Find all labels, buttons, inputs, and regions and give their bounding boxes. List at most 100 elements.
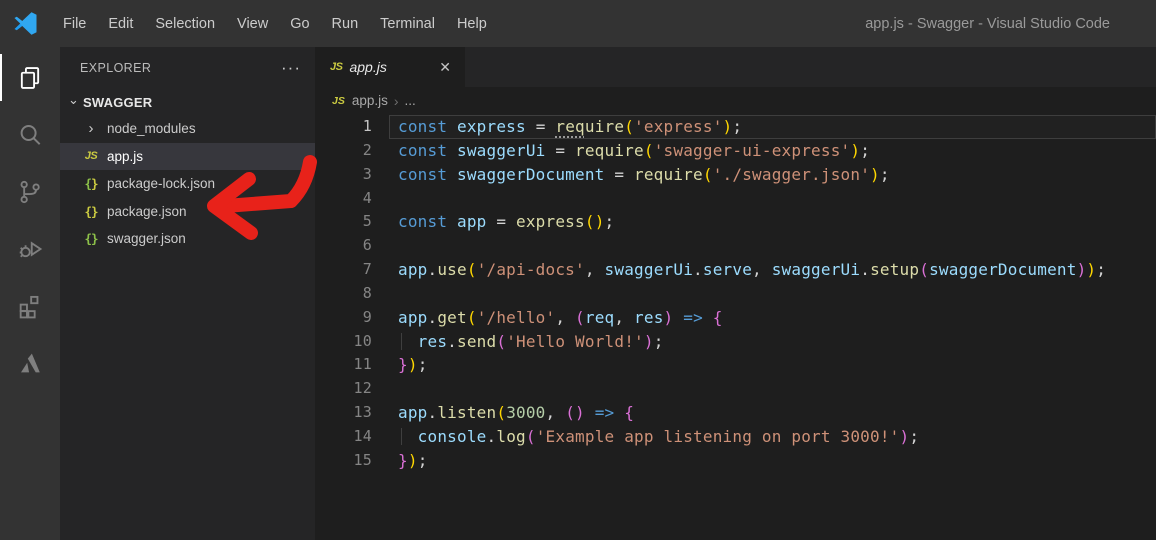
activitybar-explorer[interactable] [0,49,60,106]
code-token: ( [466,260,477,280]
code-line-8[interactable]: 8 [315,282,1156,306]
code-token: ; [1096,260,1107,280]
line-number: 10 [353,331,372,350]
code-line-13[interactable]: 13 app.listen(3000, () => { [315,401,1156,425]
code-token: const [398,164,448,184]
line-content: const express = require('express'); [389,115,1156,139]
file-label: package.json [107,203,187,219]
code-token: '/hello' [476,307,556,327]
vscode-logo-icon [14,12,37,35]
file-item-app-js[interactable]: JS app.js [60,142,315,170]
code-editor[interactable]: 1 const express = require('express'); 2 con… [315,114,1156,540]
activitybar-run-debug[interactable] [0,220,60,277]
tab-label: app.js [349,59,387,75]
folder-section-label: SWAGGER [83,94,153,110]
code-line-11[interactable]: 11}); [315,353,1156,377]
menu-file[interactable]: File [52,0,97,47]
line-content: }); [389,449,1156,473]
code-token: express [516,212,585,232]
line-number: 13 [353,403,372,422]
code-line-3[interactable]: 3 const swaggerDocument = require('./swag… [315,163,1156,187]
menu-go[interactable]: Go [279,0,320,47]
code-token: ; [653,331,664,351]
code-token: 'swagger-ui-express' [653,140,851,160]
code-token: 'express' [634,117,723,136]
file-item-swagger-json[interactable]: {} swagger.json [60,225,315,253]
activitybar-azure[interactable] [0,334,60,391]
code-token: ( [525,426,536,446]
menu-run[interactable]: Run [321,0,370,47]
code-token: . [860,260,871,280]
menu-edit[interactable]: Edit [97,0,144,47]
breadcrumb-file[interactable]: app.js [352,93,388,108]
code-line-7[interactable]: 7 app.use('/api-docs', swaggerUi.serve, s… [315,258,1156,282]
menu-terminal[interactable]: Terminal [369,0,446,47]
editor-group: JS app.js ✕ JS app.js › ... 1 const expre… [315,47,1156,540]
code-line-10[interactable]: 10 res.send('Hello World!'); [315,330,1156,354]
explorer-icon [20,66,40,89]
line-number: 15 [353,450,372,469]
line-content: }); [389,353,1156,377]
code-token [398,427,418,446]
code-token: req [555,117,585,136]
code-token: require [634,164,703,184]
code-token: log [496,426,526,446]
code-token: serve [702,260,753,280]
code-line-9[interactable]: 9 app.get('/hello', (req, res) => { [315,306,1156,330]
close-icon[interactable]: ✕ [435,57,455,78]
folder-section-swagger[interactable]: ⌄ SWAGGER [60,89,315,115]
code-token: ; [417,450,428,470]
menu-selection[interactable]: Selection [144,0,226,47]
code-token: = [545,140,576,160]
line-number: 14 [353,426,372,445]
code-token: app [398,307,428,327]
code-line-12[interactable]: 12 [315,377,1156,401]
line-number: 3 [362,164,372,183]
code-line-5[interactable]: 5 const app = express(); [315,210,1156,234]
file-label: package-lock.json [107,176,216,192]
activitybar-extensions[interactable] [0,277,60,334]
menu-help[interactable]: Help [446,0,498,47]
menu-view[interactable]: View [226,0,279,47]
code-token: ( [624,117,635,136]
code-token: , [545,403,566,423]
code-token: . [486,426,497,446]
code-line-15[interactable]: 15}); [315,449,1156,473]
code-token: swaggerUi [457,140,546,160]
code-token: ; [732,117,743,136]
code-token: app [398,403,428,423]
code-token: '/api-docs' [476,260,585,280]
tab-appjs[interactable]: JS app.js ✕ [315,47,465,87]
file-item-node-modules[interactable]: › node_modules [60,115,315,143]
code-line-4[interactable]: 4 [315,187,1156,211]
code-token: res [634,307,664,327]
code-line-2[interactable]: 2 const swaggerUi = require('swagger-ui-e… [315,139,1156,163]
line-content: res.send('Hello World!'); [389,330,1156,354]
explorer-more-actions-icon[interactable]: ··· [281,59,301,76]
code-line-6[interactable]: 6 [315,234,1156,258]
line-number: 6 [362,236,372,255]
activitybar-source-control[interactable] [0,163,60,220]
activitybar-search[interactable] [0,106,60,163]
code-token: ) [663,307,674,327]
code-token: ) [407,450,418,470]
file-item-package-json[interactable]: {} package.json [60,198,315,226]
code-token: const [398,140,448,160]
code-line-14[interactable]: 14 console.log('Example app listening on… [315,425,1156,449]
line-content: console.log('Example app listening on po… [389,425,1156,449]
line-content [389,282,1156,306]
line-content: app.get('/hello', (req, res) => { [389,306,1156,330]
search-icon [20,124,41,145]
code-line-1[interactable]: 1 const express = require('express'); [315,115,1156,139]
file-item-package-lock-json[interactable]: {} package-lock.json [60,170,315,198]
breadcrumb-symbol[interactable]: ... [405,93,416,108]
json-file-icon: {} [82,204,100,219]
code-token: . [427,307,438,327]
code-token: ( [643,140,654,160]
